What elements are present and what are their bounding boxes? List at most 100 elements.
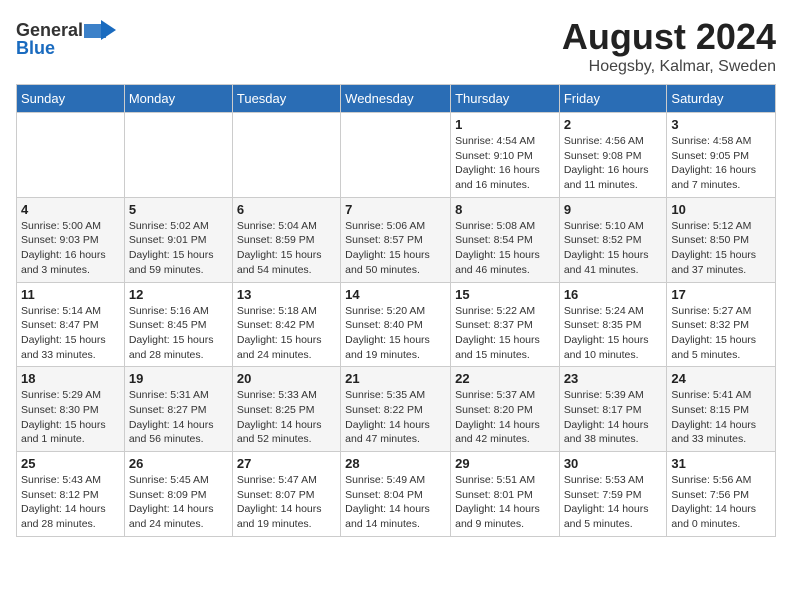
day-number: 31 — [671, 456, 771, 471]
day-info: Sunrise: 5:18 AMSunset: 8:42 PMDaylight:… — [237, 304, 336, 363]
day-info: Sunrise: 5:37 AMSunset: 8:20 PMDaylight:… — [455, 388, 555, 447]
table-row — [341, 113, 451, 198]
day-number: 27 — [237, 456, 336, 471]
table-row: 21 Sunrise: 5:35 AMSunset: 8:22 PMDaylig… — [341, 367, 451, 452]
table-row: 7 Sunrise: 5:06 AMSunset: 8:57 PMDayligh… — [341, 197, 451, 282]
calendar-row: 11 Sunrise: 5:14 AMSunset: 8:47 PMDaylig… — [17, 282, 776, 367]
day-number: 29 — [455, 456, 555, 471]
day-info: Sunrise: 4:54 AMSunset: 9:10 PMDaylight:… — [455, 134, 555, 193]
table-row: 13 Sunrise: 5:18 AMSunset: 8:42 PMDaylig… — [232, 282, 340, 367]
table-row — [17, 113, 125, 198]
svg-text:General: General — [16, 20, 83, 40]
table-row: 22 Sunrise: 5:37 AMSunset: 8:20 PMDaylig… — [451, 367, 560, 452]
day-info: Sunrise: 5:16 AMSunset: 8:45 PMDaylight:… — [129, 304, 228, 363]
header-tuesday: Tuesday — [232, 85, 340, 113]
day-info: Sunrise: 5:47 AMSunset: 8:07 PMDaylight:… — [237, 473, 336, 532]
day-info: Sunrise: 4:56 AMSunset: 9:08 PMDaylight:… — [564, 134, 663, 193]
table-row: 24 Sunrise: 5:41 AMSunset: 8:15 PMDaylig… — [667, 367, 776, 452]
day-info: Sunrise: 5:14 AMSunset: 8:47 PMDaylight:… — [21, 304, 120, 363]
table-row: 30 Sunrise: 5:53 AMSunset: 7:59 PMDaylig… — [559, 452, 667, 537]
day-number: 20 — [237, 371, 336, 386]
table-row: 15 Sunrise: 5:22 AMSunset: 8:37 PMDaylig… — [451, 282, 560, 367]
day-number: 21 — [345, 371, 446, 386]
day-number: 24 — [671, 371, 771, 386]
day-info: Sunrise: 5:02 AMSunset: 9:01 PMDaylight:… — [129, 219, 228, 278]
day-info: Sunrise: 5:33 AMSunset: 8:25 PMDaylight:… — [237, 388, 336, 447]
day-info: Sunrise: 5:41 AMSunset: 8:15 PMDaylight:… — [671, 388, 771, 447]
logo: General Blue — [16, 16, 116, 61]
day-number: 14 — [345, 287, 446, 302]
day-number: 4 — [21, 202, 120, 217]
day-number: 7 — [345, 202, 446, 217]
day-number: 12 — [129, 287, 228, 302]
table-row: 31 Sunrise: 5:56 AMSunset: 7:56 PMDaylig… — [667, 452, 776, 537]
day-info: Sunrise: 5:56 AMSunset: 7:56 PMDaylight:… — [671, 473, 771, 532]
table-row — [232, 113, 340, 198]
table-row: 14 Sunrise: 5:20 AMSunset: 8:40 PMDaylig… — [341, 282, 451, 367]
table-row: 9 Sunrise: 5:10 AMSunset: 8:52 PMDayligh… — [559, 197, 667, 282]
day-number: 15 — [455, 287, 555, 302]
day-info: Sunrise: 4:58 AMSunset: 9:05 PMDaylight:… — [671, 134, 771, 193]
day-info: Sunrise: 5:27 AMSunset: 8:32 PMDaylight:… — [671, 304, 771, 363]
table-row: 27 Sunrise: 5:47 AMSunset: 8:07 PMDaylig… — [232, 452, 340, 537]
table-row: 4 Sunrise: 5:00 AMSunset: 9:03 PMDayligh… — [17, 197, 125, 282]
day-info: Sunrise: 5:22 AMSunset: 8:37 PMDaylight:… — [455, 304, 555, 363]
calendar-row: 1 Sunrise: 4:54 AMSunset: 9:10 PMDayligh… — [17, 113, 776, 198]
table-row: 25 Sunrise: 5:43 AMSunset: 8:12 PMDaylig… — [17, 452, 125, 537]
day-number: 16 — [564, 287, 663, 302]
day-number: 6 — [237, 202, 336, 217]
table-row: 5 Sunrise: 5:02 AMSunset: 9:01 PMDayligh… — [124, 197, 232, 282]
day-info: Sunrise: 5:04 AMSunset: 8:59 PMDaylight:… — [237, 219, 336, 278]
day-info: Sunrise: 5:43 AMSunset: 8:12 PMDaylight:… — [21, 473, 120, 532]
day-number: 23 — [564, 371, 663, 386]
table-row: 2 Sunrise: 4:56 AMSunset: 9:08 PMDayligh… — [559, 113, 667, 198]
day-info: Sunrise: 5:31 AMSunset: 8:27 PMDaylight:… — [129, 388, 228, 447]
day-info: Sunrise: 5:45 AMSunset: 8:09 PMDaylight:… — [129, 473, 228, 532]
day-info: Sunrise: 5:51 AMSunset: 8:01 PMDaylight:… — [455, 473, 555, 532]
day-number: 8 — [455, 202, 555, 217]
logo-svg: General Blue — [16, 16, 116, 61]
weekday-header-row: Sunday Monday Tuesday Wednesday Thursday… — [17, 85, 776, 113]
title-block: August 2024 Hoegsby, Kalmar, Sweden — [562, 16, 776, 76]
calendar-table: Sunday Monday Tuesday Wednesday Thursday… — [16, 84, 776, 537]
day-number: 19 — [129, 371, 228, 386]
day-number: 22 — [455, 371, 555, 386]
table-row — [124, 113, 232, 198]
header-saturday: Saturday — [667, 85, 776, 113]
table-row: 20 Sunrise: 5:33 AMSunset: 8:25 PMDaylig… — [232, 367, 340, 452]
day-number: 30 — [564, 456, 663, 471]
day-info: Sunrise: 5:10 AMSunset: 8:52 PMDaylight:… — [564, 219, 663, 278]
table-row: 17 Sunrise: 5:27 AMSunset: 8:32 PMDaylig… — [667, 282, 776, 367]
day-number: 13 — [237, 287, 336, 302]
table-row: 10 Sunrise: 5:12 AMSunset: 8:50 PMDaylig… — [667, 197, 776, 282]
header-friday: Friday — [559, 85, 667, 113]
day-number: 28 — [345, 456, 446, 471]
table-row: 29 Sunrise: 5:51 AMSunset: 8:01 PMDaylig… — [451, 452, 560, 537]
day-info: Sunrise: 5:12 AMSunset: 8:50 PMDaylight:… — [671, 219, 771, 278]
day-info: Sunrise: 5:08 AMSunset: 8:54 PMDaylight:… — [455, 219, 555, 278]
day-number: 11 — [21, 287, 120, 302]
day-number: 9 — [564, 202, 663, 217]
table-row: 12 Sunrise: 5:16 AMSunset: 8:45 PMDaylig… — [124, 282, 232, 367]
day-info: Sunrise: 5:53 AMSunset: 7:59 PMDaylight:… — [564, 473, 663, 532]
location-title: Hoegsby, Kalmar, Sweden — [562, 58, 776, 76]
page-header: General Blue August 2024 Hoegsby, Kalmar… — [16, 16, 776, 76]
day-number: 3 — [671, 117, 771, 132]
day-info: Sunrise: 5:35 AMSunset: 8:22 PMDaylight:… — [345, 388, 446, 447]
month-title: August 2024 — [562, 16, 776, 58]
day-info: Sunrise: 5:20 AMSunset: 8:40 PMDaylight:… — [345, 304, 446, 363]
day-number: 25 — [21, 456, 120, 471]
day-number: 10 — [671, 202, 771, 217]
day-info: Sunrise: 5:49 AMSunset: 8:04 PMDaylight:… — [345, 473, 446, 532]
day-info: Sunrise: 5:39 AMSunset: 8:17 PMDaylight:… — [564, 388, 663, 447]
day-number: 5 — [129, 202, 228, 217]
svg-text:Blue: Blue — [16, 38, 55, 58]
table-row: 11 Sunrise: 5:14 AMSunset: 8:47 PMDaylig… — [17, 282, 125, 367]
calendar-row: 4 Sunrise: 5:00 AMSunset: 9:03 PMDayligh… — [17, 197, 776, 282]
table-row: 16 Sunrise: 5:24 AMSunset: 8:35 PMDaylig… — [559, 282, 667, 367]
day-number: 26 — [129, 456, 228, 471]
day-info: Sunrise: 5:06 AMSunset: 8:57 PMDaylight:… — [345, 219, 446, 278]
calendar-row: 25 Sunrise: 5:43 AMSunset: 8:12 PMDaylig… — [17, 452, 776, 537]
day-info: Sunrise: 5:00 AMSunset: 9:03 PMDaylight:… — [21, 219, 120, 278]
table-row: 28 Sunrise: 5:49 AMSunset: 8:04 PMDaylig… — [341, 452, 451, 537]
